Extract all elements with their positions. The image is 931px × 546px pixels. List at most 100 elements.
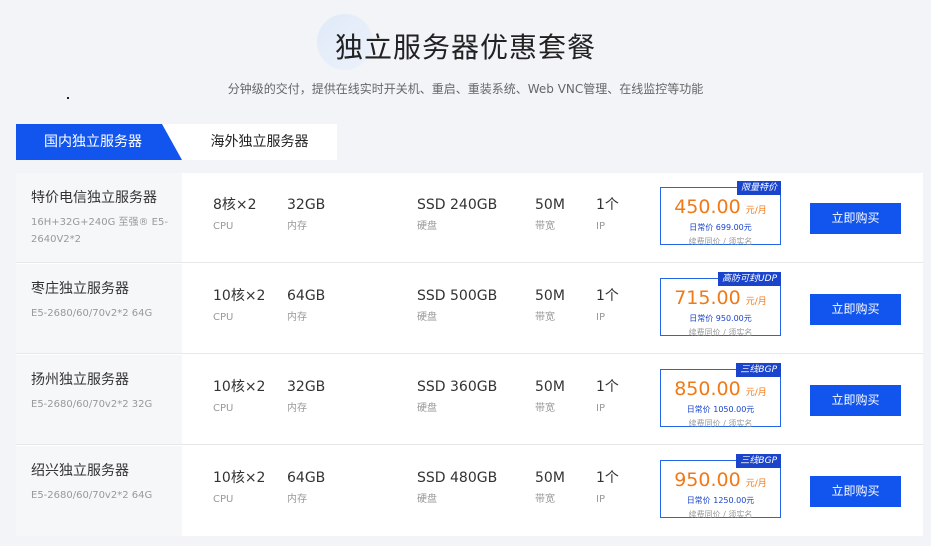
server-description: 16H+32G+240G 至强® E5-2640V2*2 xyxy=(31,217,168,245)
disk-value: SSD 240GB xyxy=(417,197,498,213)
table-row: 枣庄独立服务器 E5-2680/60/70v2*2 64G 10核×2 CPU … xyxy=(16,264,923,354)
bandwidth-label: 带宽 xyxy=(535,312,555,323)
cpu-label: CPU xyxy=(213,494,234,505)
server-name-cell: 扬州独立服务器 E5-2680/60/70v2*2 32G xyxy=(16,355,182,444)
ip-value: 1个 xyxy=(596,197,619,213)
disk-label: 硬盘 xyxy=(417,221,437,232)
page-title: 独立服务器优惠套餐 xyxy=(334,31,596,64)
page-subtitle: 分钟级的交付，提供在线实时开关机、重启、重装系统、Web VNC管理、在线监控等… xyxy=(227,82,704,96)
ip-label: IP xyxy=(596,403,605,414)
price-badge: 高防可封UDP xyxy=(718,272,781,286)
price-box: 三线BGP 950.00 元/月 日常价 1250.00元 续费同价 / 须实名 xyxy=(660,454,781,519)
price-badge: 三线BGP xyxy=(736,363,781,377)
bandwidth-label: 带宽 xyxy=(535,221,555,232)
tab-overseas-servers[interactable]: 海外独立服务器 xyxy=(182,124,337,160)
server-name-cell: 特价电信独立服务器 16H+32G+240G 至强® E5-2640V2*2 xyxy=(16,173,182,262)
memory-value: 64GB xyxy=(287,288,326,304)
memory-spec: 64GB 内存 xyxy=(287,287,325,325)
disk-label: 硬盘 xyxy=(417,494,437,505)
server-name-cell: 枣庄独立服务器 E5-2680/60/70v2*2 64G xyxy=(16,264,182,353)
ip-spec: 1个 IP xyxy=(596,378,619,416)
cpu-label: CPU xyxy=(213,403,234,414)
price-note: 续费同价 / 须实名 xyxy=(688,419,753,428)
regular-price: 日常价 950.00元 xyxy=(689,314,752,323)
disk-spec: SSD 360GB 硬盘 xyxy=(417,378,497,416)
price-value: 450.00 xyxy=(674,196,741,218)
ip-spec: 1个 IP xyxy=(596,469,619,507)
buy-now-button[interactable]: 立即购买 xyxy=(810,294,901,325)
memory-spec: 64GB 内存 xyxy=(287,469,325,507)
regular-price: 日常价 699.00元 xyxy=(689,223,752,232)
disk-spec: SSD 240GB 硬盘 xyxy=(417,196,497,234)
cpu-spec: 10核×2 CPU xyxy=(213,378,265,416)
server-name-cell: 绍兴独立服务器 E5-2680/60/70v2*2 64G xyxy=(16,446,182,536)
bandwidth-spec: 50M 带宽 xyxy=(535,378,565,416)
memory-label: 内存 xyxy=(287,312,307,323)
memory-value: 64GB xyxy=(287,470,326,486)
bandwidth-spec: 50M 带宽 xyxy=(535,469,565,507)
server-name: 扬州独立服务器 xyxy=(31,372,129,388)
memory-value: 32GB xyxy=(287,379,326,395)
price-main: 715.00 元/月 xyxy=(661,287,780,313)
bandwidth-label: 带宽 xyxy=(535,403,555,414)
ip-label: IP xyxy=(596,221,605,232)
disk-value: SSD 500GB xyxy=(417,288,498,304)
price-value: 850.00 xyxy=(674,378,741,400)
server-tabs: 国内独立服务器 海外独立服务器 xyxy=(16,124,337,160)
cpu-value: 10核×2 xyxy=(213,470,266,486)
disk-value: SSD 480GB xyxy=(417,470,498,486)
bandwidth-spec: 50M 带宽 xyxy=(535,196,565,234)
disk-spec: SSD 480GB 硬盘 xyxy=(417,469,497,507)
buy-now-button[interactable]: 立即购买 xyxy=(810,203,901,234)
bandwidth-label: 带宽 xyxy=(535,494,555,505)
regular-price: 日常价 1250.00元 xyxy=(686,496,755,505)
cpu-spec: 8核×2 CPU xyxy=(213,196,257,234)
cpu-value: 10核×2 xyxy=(213,288,266,304)
price-box: 限量特价 450.00 元/月 日常价 699.00元 续费同价 / 须实名 xyxy=(660,181,781,246)
price-note: 续费同价 / 须实名 xyxy=(688,510,753,519)
price-unit: 元/月 xyxy=(745,388,767,398)
ip-spec: 1个 IP xyxy=(596,287,619,325)
bandwidth-spec: 50M 带宽 xyxy=(535,287,565,325)
price-box: 高防可封UDP 715.00 元/月 日常价 950.00元 续费同价 / 须实… xyxy=(660,272,781,337)
buy-now-button[interactable]: 立即购买 xyxy=(810,476,901,507)
bandwidth-value: 50M xyxy=(535,379,565,395)
server-description: E5-2680/60/70v2*2 64G xyxy=(31,308,153,319)
disk-value: SSD 360GB xyxy=(417,379,498,395)
cpu-spec: 10核×2 CPU xyxy=(213,469,265,507)
ip-value: 1个 xyxy=(596,288,619,304)
price-unit: 元/月 xyxy=(745,206,767,216)
disk-label: 硬盘 xyxy=(417,403,437,414)
server-name: 枣庄独立服务器 xyxy=(31,281,129,297)
cpu-spec: 10核×2 CPU xyxy=(213,287,265,325)
tab-domestic-servers[interactable]: 国内独立服务器 xyxy=(16,124,182,160)
memory-label: 内存 xyxy=(287,494,307,505)
cpu-value: 10核×2 xyxy=(213,379,266,395)
price-box: 三线BGP 850.00 元/月 日常价 1050.00元 续费同价 / 须实名 xyxy=(660,363,781,428)
cpu-label: CPU xyxy=(213,312,234,323)
price-value: 715.00 xyxy=(674,287,741,309)
ip-spec: 1个 IP xyxy=(596,196,619,234)
price-unit: 元/月 xyxy=(745,479,767,489)
server-description: E5-2680/60/70v2*2 32G xyxy=(31,399,153,410)
disk-spec: SSD 500GB 硬盘 xyxy=(417,287,497,325)
decorative-dot xyxy=(67,97,69,99)
disk-label: 硬盘 xyxy=(417,312,437,323)
cpu-label: CPU xyxy=(213,221,234,232)
memory-label: 内存 xyxy=(287,221,307,232)
cpu-value: 8核×2 xyxy=(213,197,257,213)
price-note: 续费同价 / 须实名 xyxy=(688,237,753,246)
buy-now-button[interactable]: 立即购买 xyxy=(810,385,901,416)
regular-price: 日常价 1050.00元 xyxy=(686,405,755,414)
ip-label: IP xyxy=(596,494,605,505)
price-value: 950.00 xyxy=(674,469,741,491)
ip-value: 1个 xyxy=(596,379,619,395)
server-name: 特价电信独立服务器 xyxy=(31,190,157,206)
server-name: 绍兴独立服务器 xyxy=(31,463,129,479)
memory-value: 32GB xyxy=(287,197,326,213)
price-unit: 元/月 xyxy=(745,297,767,307)
server-table: 特价电信独立服务器 16H+32G+240G 至强® E5-2640V2*2 8… xyxy=(16,173,923,536)
ip-label: IP xyxy=(596,312,605,323)
memory-spec: 32GB 内存 xyxy=(287,378,325,416)
price-main: 950.00 元/月 xyxy=(661,469,780,495)
